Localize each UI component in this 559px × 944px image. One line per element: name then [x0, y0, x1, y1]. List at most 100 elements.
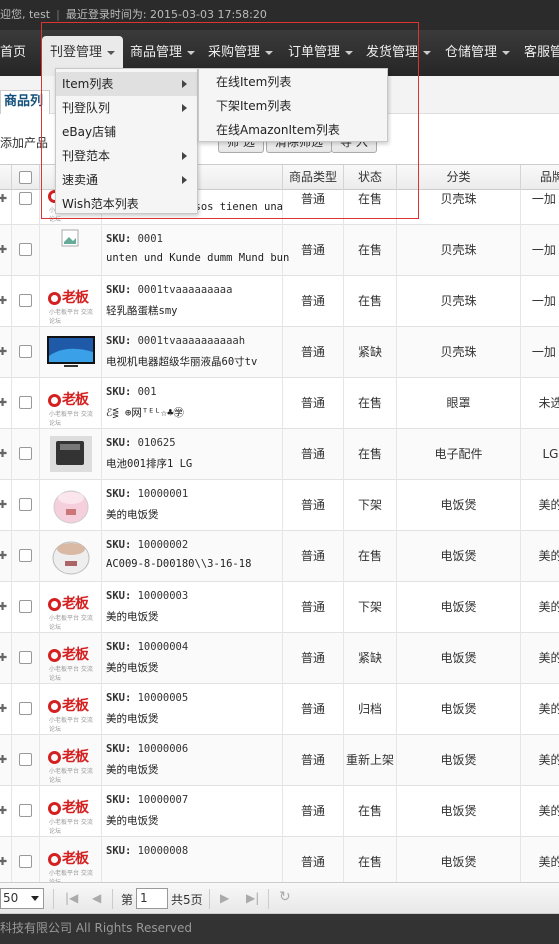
row-checkbox[interactable] — [19, 804, 32, 817]
product-title[interactable]: 美的电饭煲 — [106, 813, 159, 828]
product-status: 下架 — [344, 582, 397, 633]
expand-icon[interactable]: ✚ — [0, 244, 7, 255]
expand-icon[interactable]: ✚ — [0, 499, 7, 510]
submenu-offline-items[interactable]: 下架Item列表 — [199, 94, 387, 118]
row-checkbox[interactable] — [19, 549, 32, 562]
submenu-online-items[interactable]: 在线Item列表 — [199, 70, 387, 94]
product-title[interactable]: AC009-8-D00180\\3-16-18 — [106, 558, 251, 570]
refresh-icon[interactable]: ↻ — [279, 889, 291, 905]
next-page-icon[interactable]: ▶ — [220, 891, 229, 905]
product-thumbnail: 老板小老板平台 交流论坛 — [48, 800, 93, 835]
table-row[interactable]: ✚ 老板 小老板平台 交流论坛 SKU: 0001tvaaaaaaaaa 轻乳酪蛋糕sm… — [0, 276, 559, 327]
tab-product-list[interactable]: 商品列 — [0, 90, 51, 114]
table-row[interactable]: ✚ SKU: 0001tvaaaaaaaaaah 电视机电器超级华丽液晶60寸tv 普… — [0, 327, 559, 378]
product-category: 贝壳珠 — [397, 225, 521, 276]
product-title[interactable]: 电视机电器超级华丽液晶60寸tv — [106, 354, 257, 369]
expand-icon[interactable]: ✚ — [0, 754, 7, 765]
product-title[interactable]: 美的电饭煲 — [106, 507, 159, 522]
product-title[interactable]: 美的电饭煲 — [106, 711, 159, 726]
chevron-down-icon — [345, 50, 354, 55]
expand-icon[interactable]: ✚ — [0, 346, 7, 357]
expand-icon[interactable]: ✚ — [0, 805, 7, 816]
chevron-down-icon — [187, 50, 196, 55]
product-status: 归档 — [344, 684, 397, 735]
table-row[interactable]: ✚ SKU: 010625 电池001排序1 LG 普通 在售 电子配件 LG — [0, 429, 559, 480]
table-row[interactable]: ✚ SKU: 10000002 AC009-8-D00180\\3-16-18 普通在… — [0, 531, 559, 582]
first-page-icon[interactable]: |◀ — [65, 891, 78, 905]
table-row[interactable]: ✚ 老板 小老板平台 交流论坛 SKU: 10000006 美的电饭煲 普通 重新上架 电饭煲… — [0, 735, 559, 786]
expand-icon[interactable]: ✚ — [0, 397, 7, 408]
product-sku: SKU: 010625 — [106, 437, 176, 449]
product-brand: 美的 — [521, 837, 559, 882]
menu-item-ebay-store[interactable]: eBay店铺 — [56, 120, 197, 144]
menu-item-listing-queue[interactable]: 刊登队列 — [56, 96, 197, 120]
table-row[interactable]: ✚ 老板小老板平台 交流论坛 SKU: 10000007 美的电饭煲 普通在售电饭煲美的 — [0, 786, 559, 837]
row-checkbox[interactable] — [19, 702, 32, 715]
table-row[interactable]: ✚ 老板小老板平台 交流论坛 SKU: 001 ℰ⋚ ⊕网ᵀᴱᴸ☆♣㊫ 普通在售眼罩未选 — [0, 378, 559, 429]
product-brand: 美的 — [521, 786, 559, 837]
product-title[interactable]: unten und Kunde dumm Mund bun — [106, 252, 289, 264]
table-row[interactable]: ✚ 老板小老板平台 交流论坛 SKU: 10000003 美的电饭煲 普通下架电饭煲美的 — [0, 582, 559, 633]
header-status[interactable]: 状态 — [344, 165, 397, 191]
chevron-right-icon — [182, 80, 187, 88]
table-row[interactable]: ✚ 老板小老板平台 交流论坛 SKU: 10000005 美的电饭煲 普通归档电饭煲美的 — [0, 684, 559, 735]
product-category: 电饭煲 — [397, 786, 521, 837]
row-checkbox[interactable] — [19, 855, 32, 868]
expand-icon[interactable]: ✚ — [0, 856, 7, 867]
row-checkbox[interactable] — [19, 396, 32, 409]
nav-warehouse[interactable]: 仓储管理 — [445, 30, 511, 76]
product-title[interactable]: 美的电饭煲 — [106, 609, 159, 624]
menu-item-aliexpress[interactable]: 速卖通 — [56, 168, 197, 192]
product-sku: SKU: 10000002 — [106, 539, 189, 551]
expand-icon[interactable]: ✚ — [0, 448, 7, 459]
expand-icon[interactable]: ✚ — [0, 550, 7, 561]
product-status: 在售 — [344, 531, 397, 582]
submenu-amazon-items[interactable]: 在线AmazonItem列表 — [199, 118, 387, 142]
product-title[interactable]: 美的电饭煲 — [106, 660, 159, 675]
product-title[interactable]: 电池001排序1 LG — [106, 456, 192, 471]
page-size-select[interactable]: 50 — [0, 888, 44, 909]
row-checkbox[interactable] — [19, 753, 32, 766]
nav-service[interactable]: 客服管 — [524, 30, 559, 76]
product-brand: 美的 — [521, 633, 559, 684]
menu-item-wish-template[interactable]: Wish范本列表 — [56, 192, 197, 216]
product-category: 电饭煲 — [397, 531, 521, 582]
header-brand[interactable]: 品牌 — [521, 165, 559, 191]
table-row[interactable]: ✚ 老板小老板平台 交流论坛 SKU: 10000008 普通在售电饭煲美的 — [0, 837, 559, 882]
top-status-bar: 迎您, test | 最近登录时间为: 2015-03-03 17:58:20 — [0, 0, 559, 30]
expand-icon[interactable]: ✚ — [0, 295, 7, 306]
expand-icon[interactable]: ✚ — [0, 601, 7, 612]
row-checkbox[interactable] — [19, 600, 32, 613]
last-page-icon[interactable]: ▶| — [246, 891, 259, 905]
row-checkbox[interactable] — [19, 498, 32, 511]
welcome-text: 迎您, test — [0, 8, 51, 21]
header-category[interactable]: 分类 — [397, 165, 521, 191]
row-checkbox[interactable] — [19, 651, 32, 664]
add-product-link[interactable]: 添加产品 — [0, 134, 48, 151]
table-row[interactable]: ✚ SKU: 10000001 美的电饭煲 普通下架电饭煲美的 — [0, 480, 559, 531]
row-checkbox[interactable] — [19, 447, 32, 460]
row-checkbox[interactable] — [19, 192, 32, 205]
product-title[interactable]: ℰ⋚ ⊕网ᵀᴱᴸ☆♣㊫ — [106, 405, 184, 420]
nav-home[interactable]: 首页 — [0, 30, 26, 76]
expand-icon[interactable]: ✚ — [0, 652, 7, 663]
select-all-checkbox[interactable] — [19, 171, 32, 184]
menu-item-listing-template[interactable]: 刊登范本 — [56, 144, 197, 168]
prev-page-icon[interactable]: ◀ — [92, 891, 101, 905]
expand-icon[interactable]: ✚ — [0, 703, 7, 714]
product-sku: SKU: 10000003 — [106, 590, 189, 602]
product-sku: SKU: 0001tvaaaaaaaaaah — [106, 335, 246, 347]
row-checkbox[interactable] — [19, 243, 32, 256]
table-row[interactable]: ✚ 老板小老板平台 交流论坛 SKU: 10000004 美的电饭煲 普通紧缺电饭煲美的 — [0, 633, 559, 684]
table-row[interactable]: ✚ SKU: 0001 unten und Kunde dumm Mund bun 普… — [0, 225, 559, 276]
page-number-input[interactable]: 1 — [136, 888, 168, 909]
row-checkbox[interactable] — [19, 294, 32, 307]
product-title[interactable]: 轻乳酪蛋糕smy — [106, 303, 177, 318]
product-title[interactable]: 美的电饭煲 — [106, 762, 159, 777]
header-type[interactable]: 商品类型 — [283, 165, 344, 191]
product-brand: 美的 — [521, 480, 559, 531]
menu-item-item-list[interactable]: Item列表 — [56, 72, 197, 96]
expand-icon[interactable]: ✚ — [0, 193, 7, 204]
product-grid: ✚老板小老板平台 交流论坛todos estos vasos tienen un… — [0, 190, 559, 882]
row-checkbox[interactable] — [19, 345, 32, 358]
